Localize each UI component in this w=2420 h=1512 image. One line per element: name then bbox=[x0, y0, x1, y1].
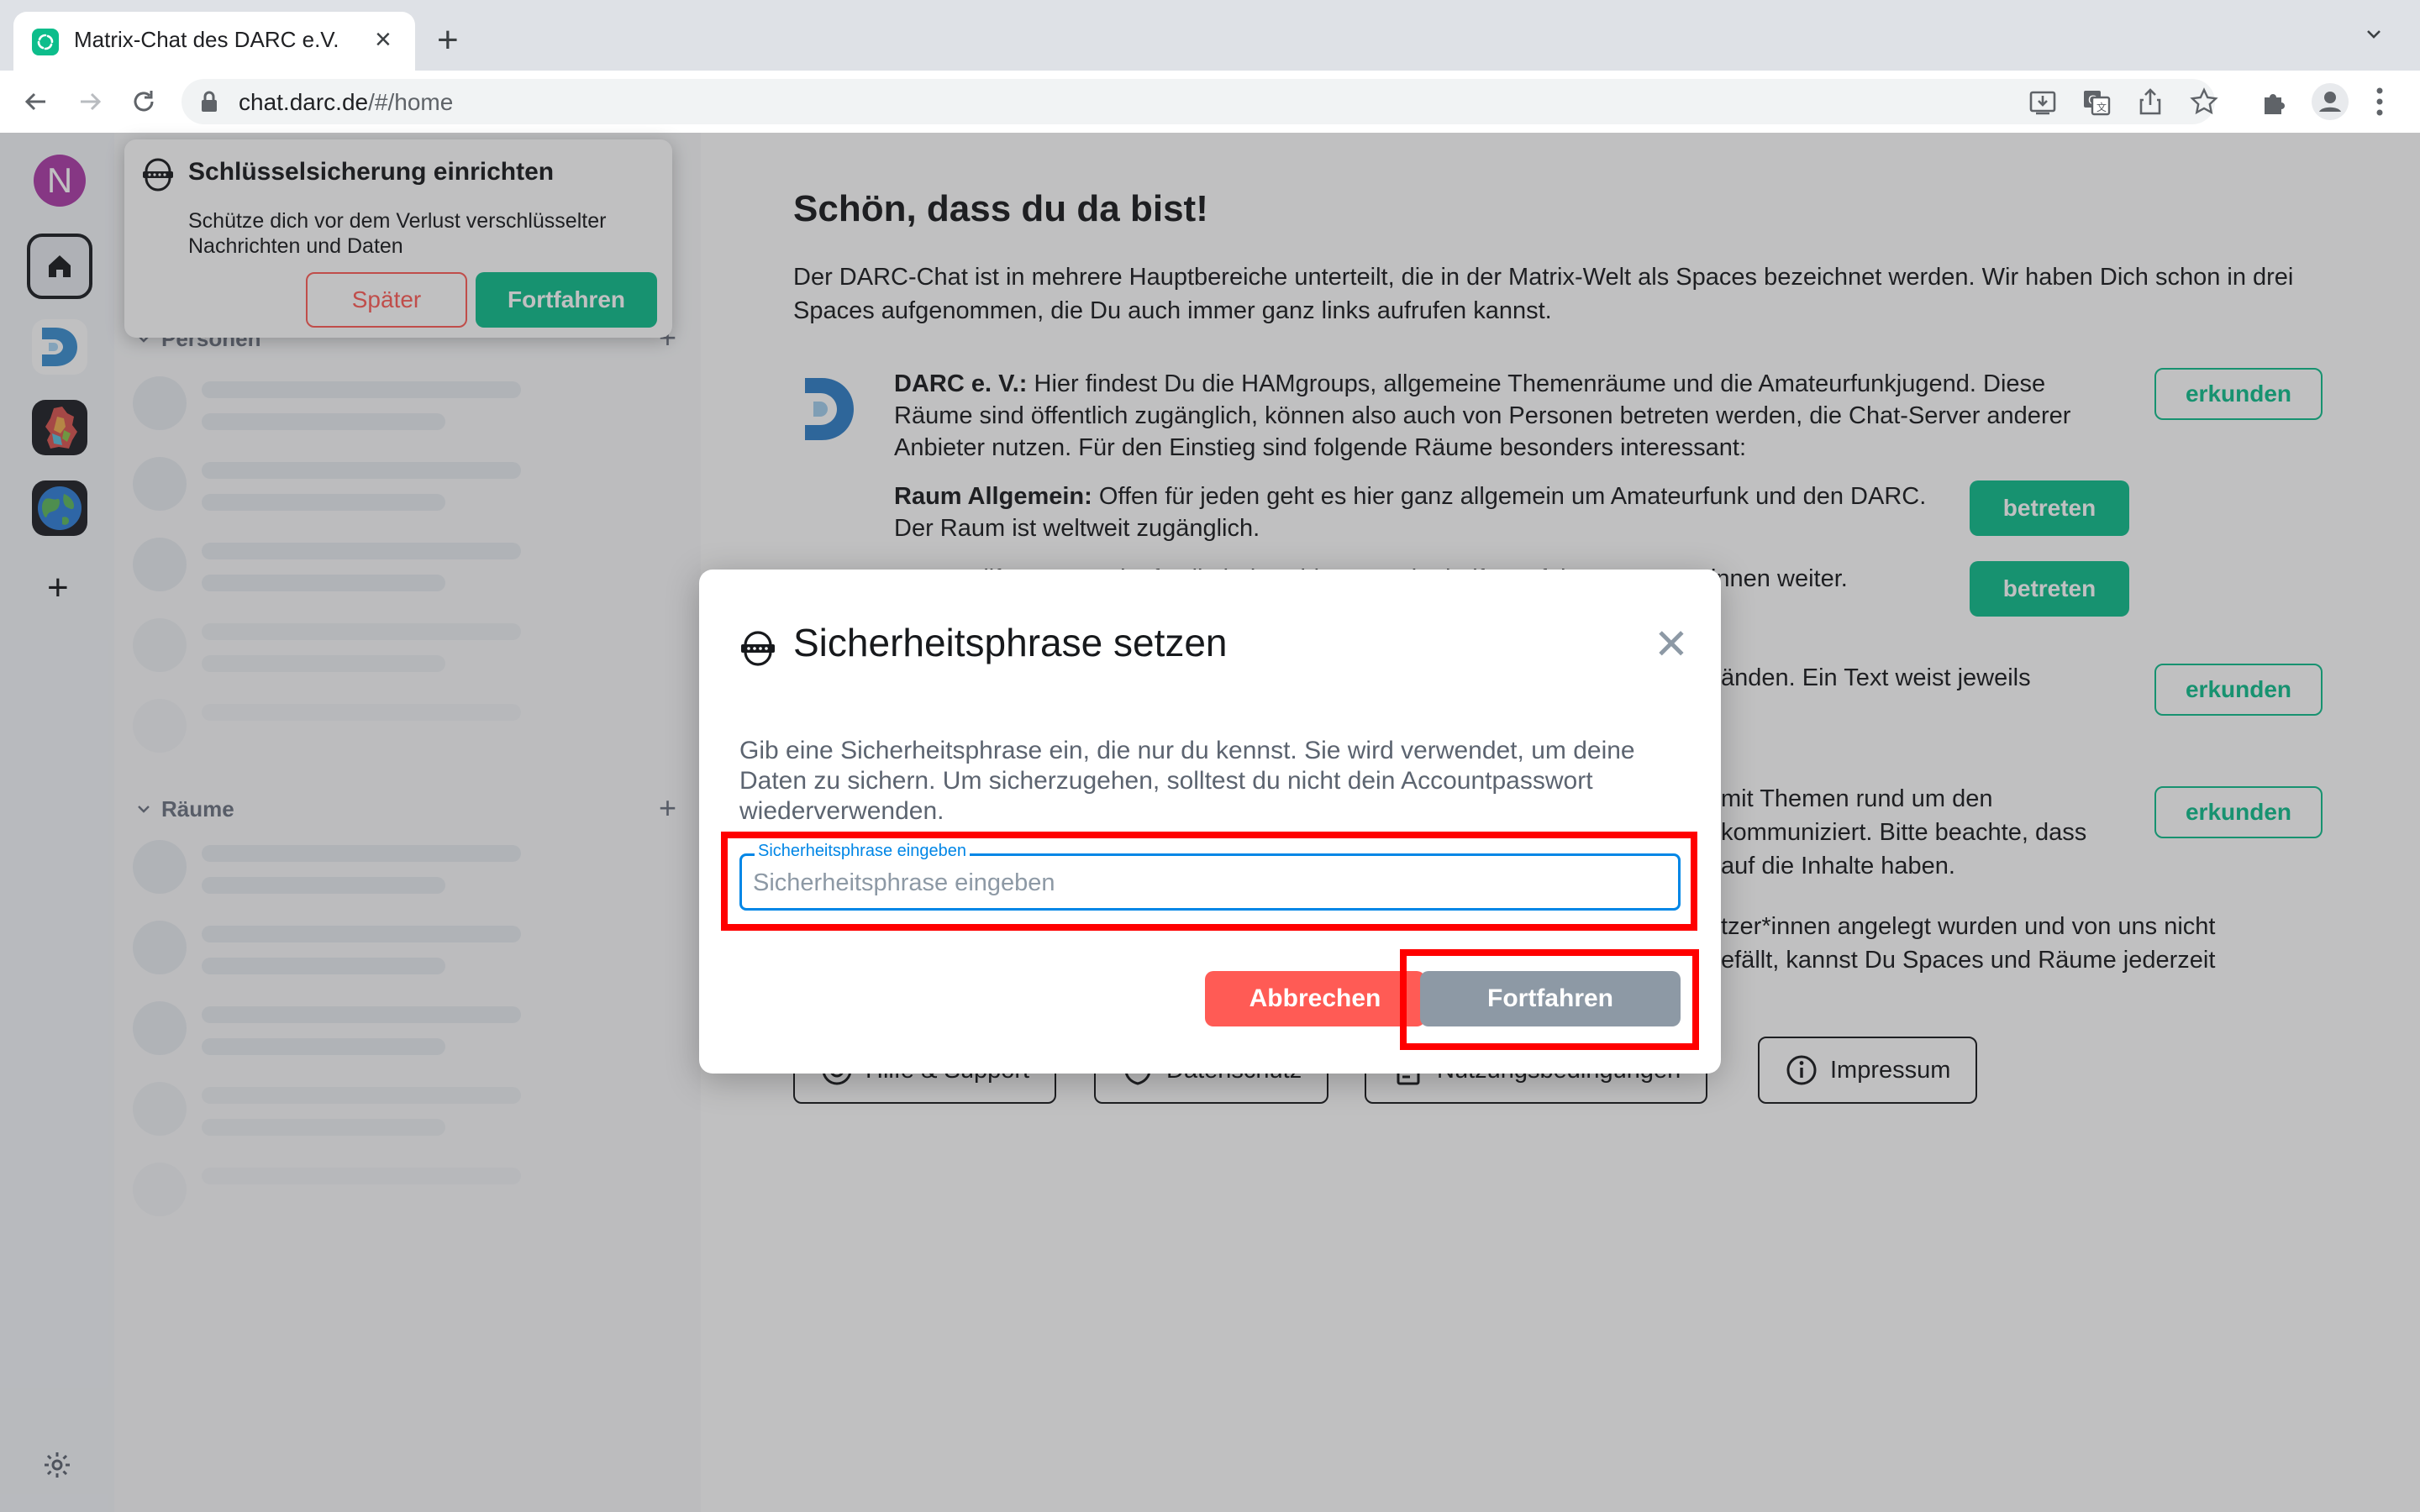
lock-icon[interactable] bbox=[200, 91, 218, 117]
tab-title: Matrix-Chat des DARC e.V. bbox=[74, 27, 339, 52]
extensions-icon[interactable] bbox=[2260, 87, 2289, 120]
continue-button[interactable]: Fortfahren bbox=[1420, 971, 1681, 1026]
security-phrase-dialog: Sicherheitsphrase setzen ✕ Gib eine Sich… bbox=[699, 570, 1721, 1074]
secure-backup-icon bbox=[738, 630, 778, 671]
browser-toolbar: chat.darc.de/#/home G文 bbox=[0, 71, 2420, 134]
forward-arrow-icon[interactable] bbox=[76, 87, 104, 120]
url-text[interactable]: chat.darc.de/#/home bbox=[239, 89, 453, 116]
tab-search-chevron-icon[interactable] bbox=[2363, 24, 2385, 50]
reload-icon[interactable] bbox=[129, 87, 158, 120]
address-bar[interactable]: chat.darc.de/#/home G文 bbox=[182, 79, 2218, 124]
back-arrow-icon[interactable] bbox=[22, 87, 50, 120]
element-favicon-icon bbox=[32, 29, 59, 55]
browser-tab-strip: Matrix-Chat des DARC e.V. × + bbox=[0, 0, 2420, 71]
browser-menu-kebab-icon[interactable] bbox=[2375, 86, 2385, 122]
dialog-description: Gib eine Sicherheitsphrase ein, die nur … bbox=[739, 737, 1635, 825]
install-app-icon[interactable] bbox=[2028, 89, 2057, 120]
bookmark-star-icon[interactable] bbox=[2190, 87, 2218, 120]
dialog-close-icon[interactable]: ✕ bbox=[1654, 623, 1689, 665]
tab-close-icon[interactable]: × bbox=[375, 25, 392, 54]
translate-icon[interactable]: G文 bbox=[2082, 89, 2111, 120]
dialog-title: Sicherheitsphrase setzen bbox=[793, 621, 1228, 664]
new-tab-icon[interactable]: + bbox=[437, 22, 459, 59]
browser-tab-active[interactable]: Matrix-Chat des DARC e.V. × bbox=[13, 12, 415, 71]
cancel-button[interactable]: Abbrechen bbox=[1205, 971, 1425, 1026]
share-icon[interactable] bbox=[2138, 87, 2163, 120]
profile-avatar-icon[interactable] bbox=[2311, 82, 2349, 125]
svg-text:文: 文 bbox=[2096, 101, 2107, 113]
security-phrase-input[interactable] bbox=[751, 858, 1670, 907]
